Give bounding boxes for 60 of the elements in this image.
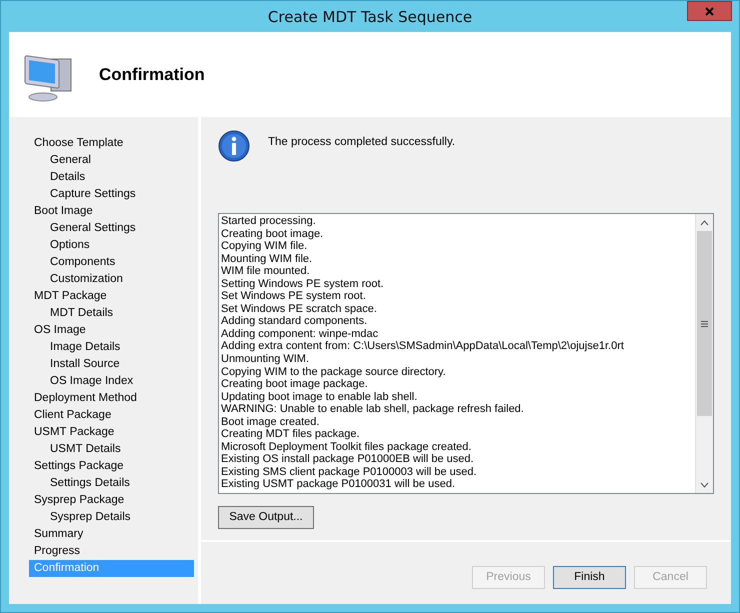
scrollbar[interactable] xyxy=(695,214,713,493)
nav-item[interactable]: Install Source xyxy=(29,356,194,373)
log-line: Started processing. xyxy=(221,215,317,228)
nav-item[interactable]: Settings Details xyxy=(29,475,194,492)
log-line: Copying WIM to the package source directory. xyxy=(221,366,447,378)
nav-item[interactable]: Summary xyxy=(29,526,194,543)
close-icon xyxy=(705,6,714,16)
log-line: Creating boot image package. xyxy=(221,378,369,391)
status-message: The process completed successfully. xyxy=(268,136,456,148)
log-line: Set Windows PE scratch space. xyxy=(221,302,378,316)
nav-item[interactable]: Components xyxy=(29,254,194,271)
window-title: Create MDT Task Sequence xyxy=(268,8,472,26)
nav-item[interactable]: General Settings xyxy=(29,220,194,237)
log-line: Set Windows PE system root. xyxy=(221,290,367,303)
log-line: Microsoft Deployment Toolkit files package created. xyxy=(221,440,472,454)
info-icon xyxy=(218,130,250,162)
nav-item[interactable]: USMT Details xyxy=(29,441,194,458)
log-line: Boot image created. xyxy=(221,416,320,428)
chevron-down-icon xyxy=(700,482,709,488)
nav-item[interactable]: General xyxy=(29,152,194,169)
nav-item[interactable]: Options xyxy=(29,237,194,254)
log-line: Unmounting WIM. xyxy=(221,353,310,366)
nav-item[interactable]: Deployment Method xyxy=(29,390,194,407)
nav-item[interactable]: USMT Package xyxy=(29,424,194,441)
nav-item[interactable]: Choose Template xyxy=(29,135,194,152)
nav-item[interactable]: Settings Package xyxy=(29,458,194,475)
nav-item[interactable]: Sysprep Details xyxy=(29,509,194,526)
grip-icon xyxy=(701,320,708,326)
nav-item[interactable]: MDT Details xyxy=(29,305,194,322)
nav-item[interactable]: OS Image Index xyxy=(29,373,194,390)
log-line: Mounting WIM file. xyxy=(221,252,314,266)
log-line: Creating MDT files package. xyxy=(221,428,361,441)
nav-item[interactable]: Client Package xyxy=(29,407,194,424)
page-title: Confirmation xyxy=(99,64,205,84)
scroll-thumb[interactable] xyxy=(697,231,712,416)
nav-item[interactable]: Image Details xyxy=(29,339,194,356)
nav-item[interactable]: OS Image xyxy=(29,322,194,339)
nav-item[interactable]: Details xyxy=(29,169,194,186)
log-line: Existing USMT package P0100031 will be used. xyxy=(221,478,456,492)
log-line: Updating boot image to enable lab shell. xyxy=(221,390,418,404)
nav-item[interactable]: MDT Package xyxy=(29,288,194,305)
log-line: Setting Windows PE system root. xyxy=(221,278,385,290)
nav-item[interactable]: Boot Image xyxy=(29,203,194,220)
save-output-button[interactable]: Save Output... xyxy=(218,506,314,528)
wizard-button[interactable]: Finish xyxy=(553,566,626,588)
log-line: Existing SMS client package P0100003 will be used. xyxy=(221,466,478,478)
nav-item[interactable]: Sysprep Package xyxy=(29,492,194,509)
log-line: Creating boot image. xyxy=(221,228,324,240)
log-line: Adding extra content from: C:\Users\SMSadmin\AppData\Local\Temp\2\ojujse1r.0rt xyxy=(221,340,625,354)
log-line: WARNING: Unable to enable lab shell, package refresh failed. xyxy=(221,403,525,416)
log-line: WIM file mounted. xyxy=(221,265,311,278)
nav-item[interactable]: Capture Settings xyxy=(29,186,194,203)
log-line: Adding component: winpe-mdac xyxy=(221,328,380,340)
nav-item[interactable]: Customization xyxy=(29,271,194,288)
nav-item[interactable]: Progress xyxy=(29,543,194,560)
log-line: Copying WIM file. xyxy=(221,240,308,253)
log-line: Existing OS install package P01000EB will be used. xyxy=(221,453,475,466)
chevron-up-icon xyxy=(700,220,709,226)
close-button[interactable] xyxy=(687,1,732,21)
log-line: Adding standard components. xyxy=(221,315,368,328)
